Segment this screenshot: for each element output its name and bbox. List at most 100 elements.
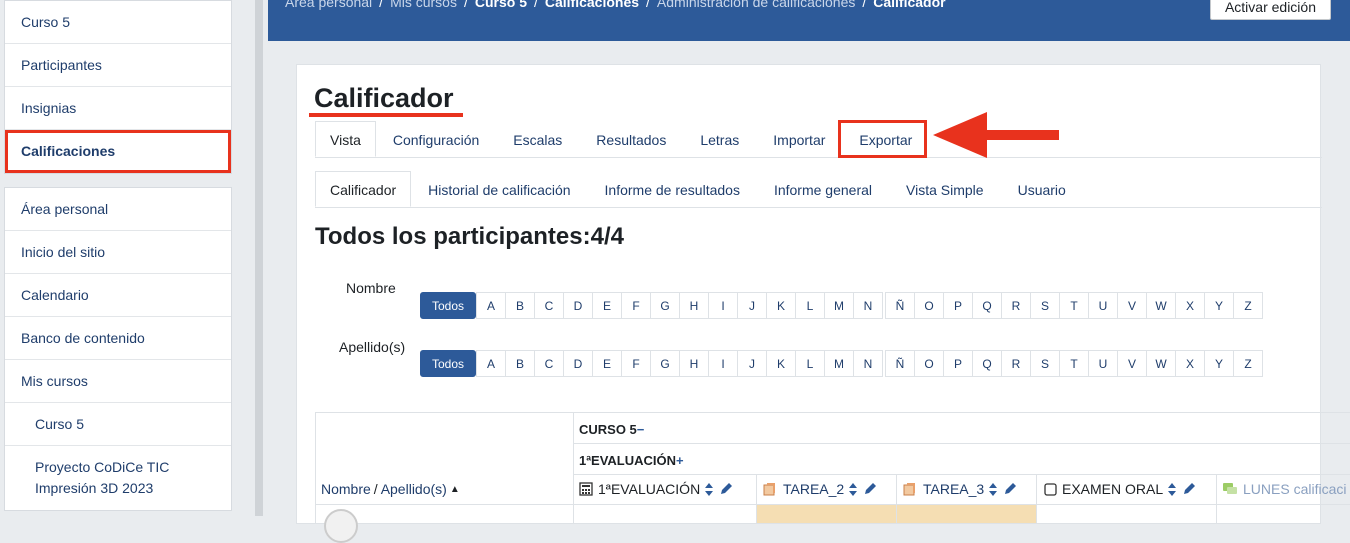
- sidebar-item-site-home[interactable]: Inicio del sitio: [5, 231, 231, 274]
- tab-scales[interactable]: Escalas: [496, 121, 579, 157]
- last-name-filter-letter[interactable]: L: [795, 350, 825, 377]
- first-name-filter-letter[interactable]: Y: [1204, 292, 1234, 319]
- breadcrumb-grades[interactable]: Calificaciones: [545, 0, 639, 10]
- breadcrumb-dashboard[interactable]: Área personal: [285, 0, 372, 10]
- first-name-filter-letter[interactable]: N: [853, 292, 883, 319]
- last-name-filter-letter[interactable]: Q: [972, 350, 1002, 377]
- first-name-filter-letter[interactable]: V: [1117, 292, 1147, 319]
- last-name-filter-letter[interactable]: I: [708, 350, 738, 377]
- last-name-filter-letter[interactable]: V: [1117, 350, 1147, 377]
- last-name-filter-letter[interactable]: A: [476, 350, 506, 377]
- last-name-filter-letter[interactable]: R: [1001, 350, 1031, 377]
- sort-icon[interactable]: [1168, 482, 1177, 496]
- last-name-filter-letter[interactable]: X: [1175, 350, 1205, 377]
- first-name-filter-letter[interactable]: H: [679, 292, 709, 319]
- tab-overview-report[interactable]: Informe general: [757, 171, 889, 207]
- sidebar-item-calendar[interactable]: Calendario: [5, 274, 231, 317]
- first-name-filter-letter[interactable]: R: [1001, 292, 1031, 319]
- sidebar-item-my-courses[interactable]: Mis cursos: [5, 360, 231, 403]
- edit-pencil-icon[interactable]: [1182, 482, 1196, 496]
- last-name-filter-letter[interactable]: U: [1088, 350, 1118, 377]
- first-name-filter-letter[interactable]: X: [1175, 292, 1205, 319]
- edit-pencil-icon[interactable]: [863, 482, 877, 496]
- column-label[interactable]: EXAMEN ORAL: [1062, 481, 1163, 497]
- sidebar-item-dashboard[interactable]: Área personal: [5, 188, 231, 231]
- sidebar-scrollbar[interactable]: [255, 0, 263, 516]
- column-label[interactable]: 1ªEVALUACIÓN: [598, 481, 700, 497]
- column-label[interactable]: TAREA_3: [923, 481, 984, 497]
- sort-icon[interactable]: [705, 482, 714, 496]
- tab-outcomes[interactable]: Resultados: [579, 121, 683, 157]
- tab-grader[interactable]: Calificador: [315, 171, 412, 207]
- first-name-filter-letter[interactable]: O: [914, 292, 944, 319]
- first-name-filter-letter[interactable]: A: [476, 292, 506, 319]
- last-name-filter-letter[interactable]: G: [650, 350, 680, 377]
- last-name-filter-letter[interactable]: T: [1059, 350, 1089, 377]
- first-name-filter-all[interactable]: Todos: [420, 292, 476, 319]
- first-name-filter-letter[interactable]: U: [1088, 292, 1118, 319]
- last-name-filter-all[interactable]: Todos: [420, 350, 476, 377]
- first-name-filter-letter[interactable]: E: [592, 292, 622, 319]
- last-name-filter-letter[interactable]: Y: [1204, 350, 1234, 377]
- last-name-filter-letter[interactable]: E: [592, 350, 622, 377]
- tab-grade-history[interactable]: Historial de calificación: [411, 171, 587, 207]
- last-name-filter-letter[interactable]: Z: [1233, 350, 1263, 377]
- sidebar-item-course[interactable]: Curso 5: [5, 1, 231, 44]
- last-name-filter-letter[interactable]: W: [1146, 350, 1176, 377]
- sort-by-first-name-link[interactable]: Nombre: [321, 481, 371, 497]
- breadcrumb-course[interactable]: Curso 5: [475, 0, 527, 10]
- first-name-filter-letter[interactable]: W: [1146, 292, 1176, 319]
- first-name-filter-letter[interactable]: I: [708, 292, 738, 319]
- sidebar-item-project[interactable]: Proyecto CoDiCe TIC Impresión 3D 2023: [5, 446, 231, 510]
- sort-icon[interactable]: [849, 482, 858, 496]
- breadcrumb-my-courses[interactable]: Mis cursos: [390, 0, 457, 10]
- last-name-filter-letter[interactable]: D: [563, 350, 593, 377]
- sidebar-item-grades[interactable]: Calificaciones: [5, 130, 231, 173]
- tab-letters[interactable]: Letras: [683, 121, 756, 157]
- expand-icon[interactable]: +: [676, 453, 684, 468]
- breadcrumb-grade-admin[interactable]: Administración de calificaciones: [657, 0, 855, 10]
- last-name-filter-letter[interactable]: M: [824, 350, 854, 377]
- first-name-filter-letter[interactable]: T: [1059, 292, 1089, 319]
- tab-setup[interactable]: Configuración: [376, 121, 496, 157]
- last-name-filter-letter[interactable]: J: [737, 350, 767, 377]
- first-name-filter-letter[interactable]: S: [1030, 292, 1060, 319]
- tab-outcomes-report[interactable]: Informe de resultados: [588, 171, 757, 207]
- last-name-filter-letter[interactable]: B: [505, 350, 535, 377]
- first-name-filter-letter[interactable]: Q: [972, 292, 1002, 319]
- sort-icon[interactable]: [989, 482, 998, 496]
- last-name-filter-letter[interactable]: O: [914, 350, 944, 377]
- first-name-filter-letter[interactable]: K: [766, 292, 796, 319]
- first-name-filter-letter[interactable]: P: [943, 292, 973, 319]
- first-name-filter-letter[interactable]: F: [621, 292, 651, 319]
- tab-view[interactable]: Vista: [315, 121, 376, 157]
- sidebar-item-content-bank[interactable]: Banco de contenido: [5, 317, 231, 360]
- tab-export[interactable]: Exportar: [842, 121, 929, 157]
- first-name-filter-letter[interactable]: L: [795, 292, 825, 319]
- first-name-filter-letter[interactable]: Z: [1233, 292, 1263, 319]
- first-name-filter-letter[interactable]: J: [737, 292, 767, 319]
- column-label[interactable]: TAREA_2: [783, 481, 844, 497]
- first-name-filter-letter[interactable]: C: [534, 292, 564, 319]
- tab-single-view[interactable]: Vista Simple: [889, 171, 1001, 207]
- column-label[interactable]: LUNES calificaci: [1243, 481, 1346, 497]
- sort-by-surname-link[interactable]: Apellido(s): [381, 481, 447, 497]
- sort-ascending-icon[interactable]: ▲: [450, 484, 460, 495]
- first-name-filter-letter[interactable]: B: [505, 292, 535, 319]
- edit-pencil-icon[interactable]: [719, 482, 733, 496]
- first-name-filter-letter[interactable]: M: [824, 292, 854, 319]
- turn-editing-on-button[interactable]: Activar edición: [1209, 0, 1331, 20]
- last-name-filter-letter[interactable]: H: [679, 350, 709, 377]
- last-name-filter-letter[interactable]: S: [1030, 350, 1060, 377]
- first-name-filter-letter[interactable]: Ñ: [885, 292, 915, 319]
- sidebar-item-participants[interactable]: Participantes: [5, 44, 231, 87]
- last-name-filter-letter[interactable]: N: [853, 350, 883, 377]
- last-name-filter-letter[interactable]: K: [766, 350, 796, 377]
- collapse-icon[interactable]: −: [637, 422, 645, 437]
- tab-user[interactable]: Usuario: [1001, 171, 1083, 207]
- tab-import[interactable]: Importar: [756, 121, 842, 157]
- last-name-filter-letter[interactable]: Ñ: [885, 350, 915, 377]
- first-name-filter-letter[interactable]: D: [563, 292, 593, 319]
- last-name-filter-letter[interactable]: C: [534, 350, 564, 377]
- sidebar-item-course-5[interactable]: Curso 5: [5, 403, 231, 446]
